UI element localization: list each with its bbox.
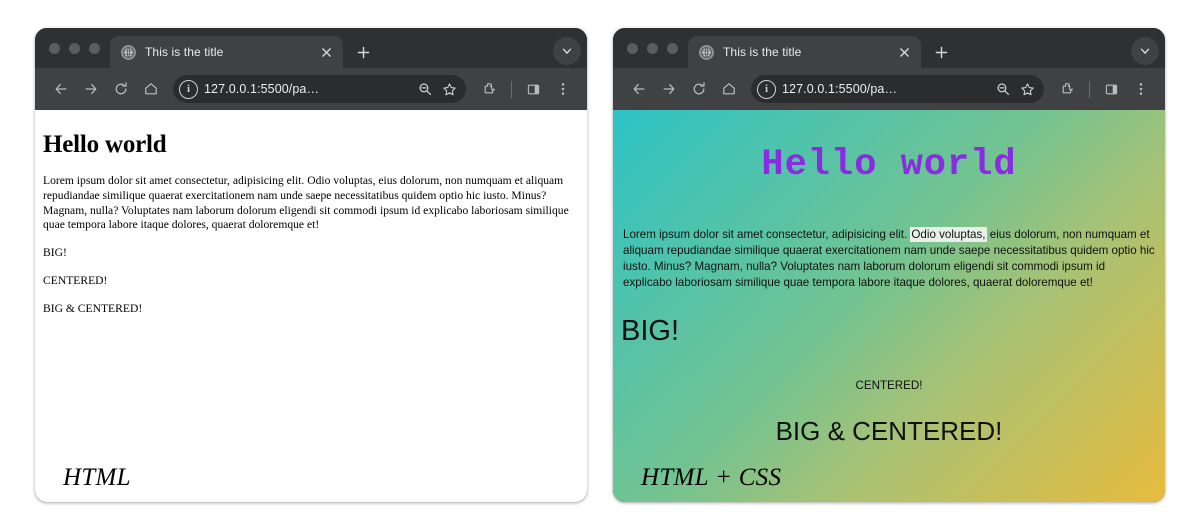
maximize-window-dot[interactable] — [667, 42, 678, 54]
home-icon[interactable] — [137, 75, 165, 103]
url-text: 127.0.0.1:5500/pa… — [204, 82, 320, 96]
browser-window-html-css: This is the title i 127.0.0.1:5500/pa… H… — [613, 28, 1165, 502]
tab-title: This is the title — [145, 45, 224, 59]
side-panel-icon[interactable] — [1097, 75, 1125, 103]
chevron-down-icon[interactable] — [1131, 37, 1159, 65]
globe-icon — [699, 44, 714, 60]
minimize-window-dot[interactable] — [647, 42, 658, 54]
home-icon[interactable] — [715, 75, 743, 103]
site-info-icon[interactable]: i — [179, 79, 198, 99]
kebab-menu-icon[interactable] — [549, 75, 577, 103]
back-button[interactable] — [47, 75, 75, 103]
puzzle-icon[interactable] — [476, 75, 504, 103]
minimize-window-dot[interactable] — [69, 42, 80, 54]
forward-button[interactable] — [655, 75, 683, 103]
browser-toolbar: i 127.0.0.1:5500/pa… — [613, 68, 1165, 110]
toolbar-divider — [1089, 80, 1090, 98]
page-big-centered-text: BIG & CENTERED! — [43, 301, 143, 315]
zoom-out-icon[interactable] — [416, 80, 434, 98]
page-big-text: BIG! — [43, 246, 67, 260]
rendered-page-plain: Hello world Lorem ipsum dolor sit amet c… — [35, 110, 587, 502]
page-heading: Hello world — [43, 131, 167, 158]
tab-strip: This is the title — [35, 28, 587, 68]
close-tab-icon[interactable] — [317, 43, 335, 61]
maximize-window-dot[interactable] — [89, 42, 100, 54]
close-window-dot[interactable] — [49, 42, 60, 54]
forward-button[interactable] — [77, 75, 105, 103]
paragraph-text-before: Lorem ipsum dolor sit amet consectetur, … — [623, 228, 911, 241]
page-centered-text: CENTERED! — [855, 378, 923, 392]
chevron-down-icon[interactable] — [553, 37, 581, 65]
page-big-centered-text: BIG & CENTERED! — [775, 415, 1003, 446]
rendered-page-styled: Hello world Lorem ipsum dolor sit amet c… — [613, 110, 1165, 502]
reload-icon[interactable] — [685, 75, 713, 103]
caption-html-css: HTML + CSS — [641, 464, 782, 491]
window-controls[interactable] — [623, 28, 688, 68]
globe-icon — [121, 44, 136, 60]
page-viewport-html-css: Hello world Lorem ipsum dolor sit amet c… — [613, 110, 1165, 502]
close-tab-icon[interactable] — [895, 43, 913, 61]
address-bar[interactable]: i 127.0.0.1:5500/pa… — [173, 75, 466, 103]
browser-toolbar: i 127.0.0.1:5500/pa… — [35, 68, 587, 110]
close-window-dot[interactable] — [627, 42, 638, 54]
zoom-out-icon[interactable] — [994, 80, 1012, 98]
toolbar-divider — [511, 80, 512, 98]
site-info-icon[interactable]: i — [757, 79, 776, 99]
browser-window-html: This is the title i 127.0.0.1:5500/pa… H… — [35, 28, 587, 502]
browser-tab[interactable]: This is the title — [688, 36, 921, 68]
puzzle-icon[interactable] — [1054, 75, 1082, 103]
star-icon[interactable] — [440, 80, 458, 98]
url-text: 127.0.0.1:5500/pa… — [782, 82, 898, 96]
back-button[interactable] — [625, 75, 653, 103]
new-tab-button[interactable] — [927, 36, 955, 68]
page-paragraph: Lorem ipsum dolor sit amet consectetur, … — [43, 174, 569, 232]
page-paragraph: Lorem ipsum dolor sit amet consectetur, … — [621, 227, 1157, 291]
screenshot-stage: This is the title i 127.0.0.1:5500/pa… H… — [0, 0, 1200, 530]
kebab-menu-icon[interactable] — [1127, 75, 1155, 103]
side-panel-icon[interactable] — [519, 75, 547, 103]
highlighted-text: Odio voluptas, — [910, 227, 987, 242]
browser-tab[interactable]: This is the title — [110, 36, 343, 68]
window-controls[interactable] — [45, 28, 110, 68]
caption-html: HTML — [63, 464, 131, 491]
address-bar[interactable]: i 127.0.0.1:5500/pa… — [751, 75, 1044, 103]
tab-strip: This is the title — [613, 28, 1165, 68]
page-centered-text: CENTERED! — [43, 274, 108, 288]
page-big-text: BIG! — [621, 314, 680, 347]
tab-title: This is the title — [723, 45, 802, 59]
new-tab-button[interactable] — [349, 36, 377, 68]
reload-icon[interactable] — [107, 75, 135, 103]
page-viewport-html: Hello world Lorem ipsum dolor sit amet c… — [35, 110, 587, 502]
page-heading: Hello world — [761, 144, 1017, 186]
star-icon[interactable] — [1018, 80, 1036, 98]
